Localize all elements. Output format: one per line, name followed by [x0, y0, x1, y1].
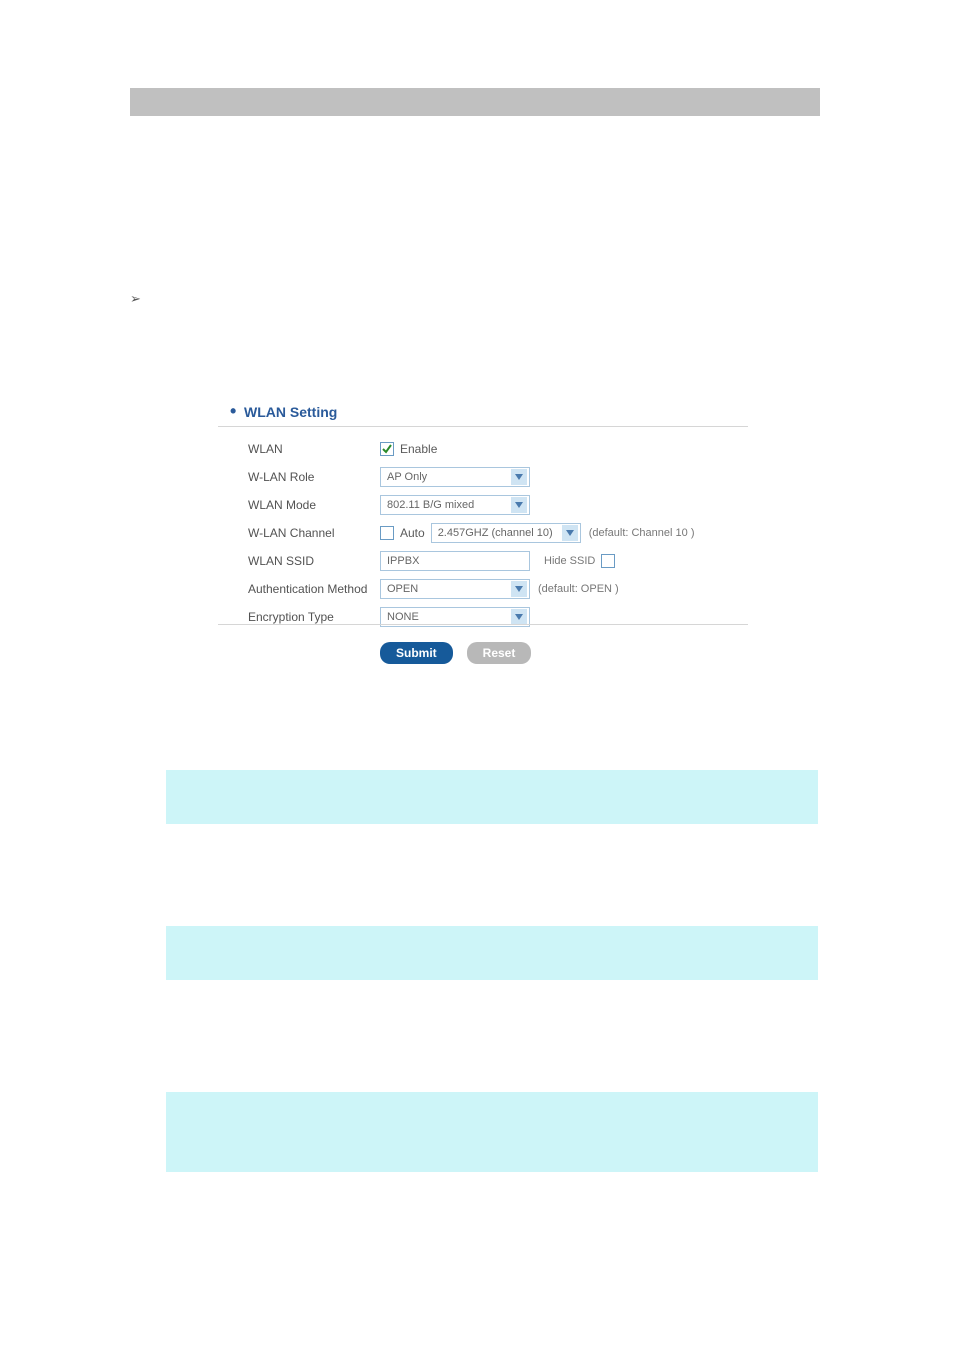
text-auto: Auto	[400, 526, 425, 540]
highlight-box	[166, 770, 818, 824]
label-ssid: WLAN SSID	[248, 554, 380, 568]
divider	[218, 624, 748, 625]
wlan-form: WLAN Enable W-LAN Role AP Only WLAN Mode…	[248, 438, 768, 634]
checkbox-hide-ssid[interactable]	[601, 554, 615, 568]
label-role: W-LAN Role	[248, 470, 380, 484]
row-role: W-LAN Role AP Only	[248, 466, 768, 488]
section-title: WLAN Setting	[244, 404, 337, 420]
checkbox-wlan-enable[interactable]	[380, 442, 394, 456]
select-wlan-channel[interactable]: 2.457GHZ (channel 10)	[431, 523, 581, 543]
row-auth: Authentication Method OPEN (default: OPE…	[248, 578, 768, 600]
select-channel-value: 2.457GHZ (channel 10)	[438, 527, 553, 539]
text-hide-ssid: Hide SSID	[544, 555, 595, 567]
row-ssid: WLAN SSID Hide SSID	[248, 550, 768, 572]
input-wlan-ssid[interactable]	[380, 551, 530, 571]
chevron-down-icon	[511, 609, 527, 625]
row-channel: W-LAN Channel Auto 2.457GHZ (channel 10)…	[248, 522, 768, 544]
select-enc-value: NONE	[387, 611, 419, 623]
highlight-box	[166, 1092, 818, 1172]
label-enc: Encryption Type	[248, 610, 380, 624]
header-gray-bar	[130, 88, 820, 116]
row-wlan: WLAN Enable	[248, 438, 768, 460]
bullet-icon: ➢	[130, 291, 141, 307]
label-channel: W-LAN Channel	[248, 526, 380, 540]
chevron-down-icon	[511, 497, 527, 513]
select-mode-value: 802.11 B/G mixed	[387, 499, 474, 511]
text-enable: Enable	[400, 442, 437, 456]
row-mode: WLAN Mode 802.11 B/G mixed	[248, 494, 768, 516]
select-wlan-mode[interactable]: 802.11 B/G mixed	[380, 495, 530, 515]
label-auth: Authentication Method	[248, 582, 380, 596]
select-role-value: AP Only	[387, 471, 427, 483]
hint-auth-default: (default: OPEN )	[538, 583, 619, 595]
checkbox-auto-channel[interactable]	[380, 526, 394, 540]
chevron-down-icon	[511, 469, 527, 485]
hint-channel-default: (default: Channel 10 )	[589, 527, 695, 539]
highlight-box	[166, 926, 818, 980]
submit-button[interactable]: Submit	[380, 642, 453, 664]
label-wlan: WLAN	[248, 442, 380, 456]
chevron-down-icon	[562, 525, 578, 541]
chevron-down-icon	[511, 581, 527, 597]
select-auth-value: OPEN	[387, 583, 418, 595]
reset-button[interactable]: Reset	[467, 642, 532, 664]
select-auth-method[interactable]: OPEN	[380, 579, 530, 599]
divider	[218, 426, 748, 427]
button-row: Submit Reset	[380, 642, 531, 664]
select-wlan-role[interactable]: AP Only	[380, 467, 530, 487]
label-mode: WLAN Mode	[248, 498, 380, 512]
